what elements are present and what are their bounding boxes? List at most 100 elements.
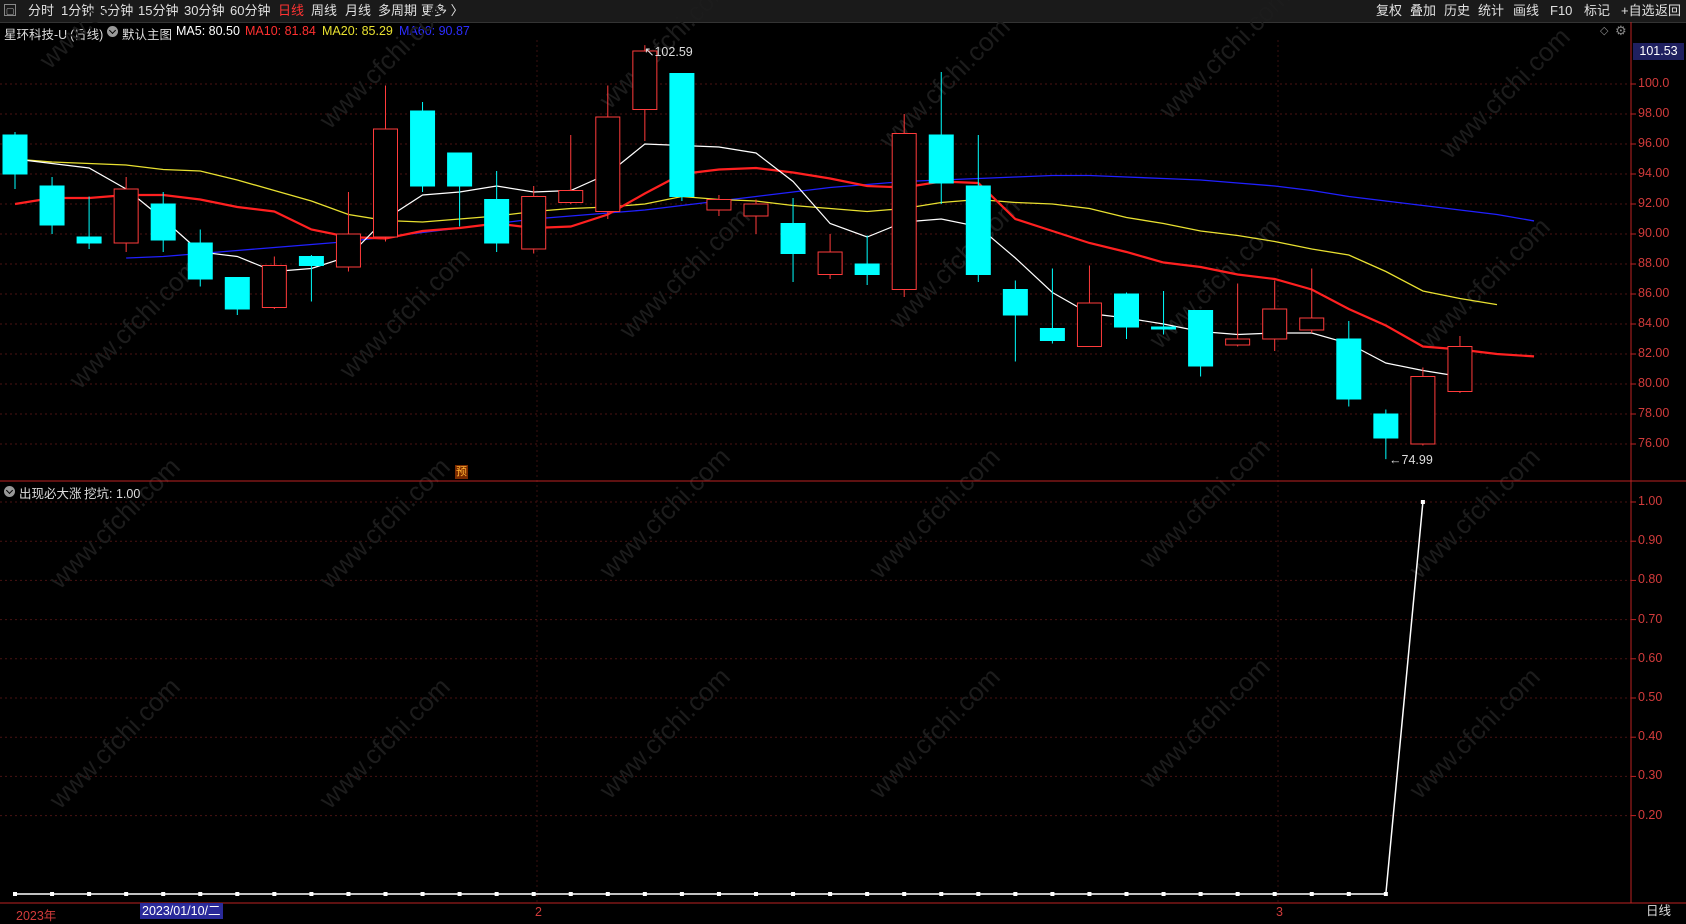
indicator-point (1013, 892, 1018, 896)
candle-body (1076, 302, 1102, 347)
indicator-point (1198, 892, 1203, 896)
candle-body (595, 116, 621, 212)
candle-body (187, 242, 213, 280)
price-tick-label: 94.00 (1638, 166, 1670, 180)
high-price-mark: ↖102.59 (644, 45, 693, 59)
candle-body (410, 110, 436, 187)
candle-body (224, 277, 250, 310)
indicator-point (1161, 892, 1166, 896)
indicator-tick-label: 1.00 (1638, 494, 1663, 508)
candle (224, 277, 250, 315)
candle (187, 229, 213, 287)
watermark: www.cfchi.com (592, 441, 735, 584)
candle-body (1002, 289, 1028, 316)
candle-body (1151, 326, 1177, 330)
candle (113, 177, 139, 252)
price-tick-label: 90.00 (1638, 226, 1670, 240)
candle-body (1373, 413, 1399, 439)
watermark: www.cfchi.com (42, 451, 185, 594)
watermark: www.cfchi.com (312, 451, 455, 594)
candle-body (1188, 310, 1214, 367)
candle-body (447, 152, 473, 187)
indicator-point (531, 892, 536, 896)
candle-body (113, 188, 139, 244)
candle-body (1225, 338, 1251, 346)
candle-body (558, 190, 584, 203)
indicator-point (716, 892, 721, 896)
candle-body (1039, 328, 1065, 341)
candle-body (298, 256, 324, 266)
candle-body (76, 236, 102, 244)
candle-body (1262, 308, 1288, 340)
date-axis: 2023年 2 3 (0, 903, 1630, 923)
indicator-dropdown-icon[interactable] (4, 486, 15, 497)
price-tick-label: 78.00 (1638, 406, 1670, 420)
candle (1076, 265, 1102, 347)
indicator-point (13, 892, 17, 896)
price-tick-label: 86.00 (1638, 286, 1670, 300)
chart-grid (0, 40, 1636, 903)
candle (891, 114, 917, 297)
price-tick-label: 88.00 (1638, 256, 1670, 270)
price-tick-label: 84.00 (1638, 316, 1670, 330)
candle (1447, 336, 1473, 393)
watermark: www.cfchi.com (862, 441, 1005, 584)
indicator-point (309, 892, 314, 896)
candle-body (854, 263, 880, 275)
watermark: www.cfchi.com (1432, 21, 1575, 164)
indicator-point (1235, 892, 1240, 896)
candle (1373, 409, 1399, 460)
candle (484, 171, 510, 252)
watermark: www.cfchi.com (862, 661, 1005, 804)
indicator-point (1346, 892, 1351, 896)
candle (1225, 283, 1251, 347)
indicator-name[interactable]: 出现必大涨 (19, 483, 82, 502)
indicator-point (1420, 500, 1425, 504)
forecast-badge[interactable]: 预 (455, 465, 468, 479)
indicator-point (346, 892, 351, 896)
candle (1299, 268, 1325, 333)
indicator-point (272, 892, 277, 896)
indicator-point (50, 892, 55, 896)
watermark: www.cfchi.com (312, 671, 455, 814)
indicator-point (754, 892, 758, 896)
candle-body (521, 196, 547, 250)
date-month-2: 2 (535, 905, 542, 919)
watermark-layer: www.cfchi.com www.cfchi.com www.cfchi.com w… (32, 0, 1575, 815)
watermark: www.cfchi.com (42, 671, 185, 814)
candle-body (39, 185, 65, 226)
candle (965, 135, 991, 282)
indicator-point (124, 892, 129, 896)
candle-body (632, 50, 658, 110)
indicator-point (235, 892, 240, 896)
price-tick-label: 96.00 (1638, 136, 1670, 150)
indicator-point (383, 892, 388, 896)
kline-chart[interactable]: www.cfchi.com www.cfchi.com www.cfchi.com w… (0, 0, 1686, 920)
candle-body (1336, 338, 1362, 400)
indicator-point (568, 892, 573, 896)
candle-body (1114, 293, 1139, 328)
candle-body (373, 128, 398, 238)
candle-body (2, 134, 28, 175)
indicator-tick-label: 0.60 (1638, 650, 1663, 665)
indicator-point (642, 892, 647, 896)
indicator-point (87, 892, 92, 896)
indicator-point (1050, 892, 1055, 896)
candle (39, 177, 65, 234)
candle (1039, 268, 1065, 344)
indicator-tick-label: 0.80 (1638, 572, 1663, 587)
indicator-point (457, 892, 462, 896)
watermark: www.cfchi.com (1132, 431, 1275, 574)
indicator-tick-label: 0.40 (1638, 729, 1663, 744)
indicator-point (865, 892, 870, 896)
indicator-point (1087, 892, 1092, 896)
selected-date: 2023/01/10/二 (140, 903, 223, 919)
indicator-value: 挖坑: 1.00 (84, 487, 141, 501)
candle (558, 135, 584, 204)
watermark: www.cfchi.com (1412, 211, 1555, 354)
candle (1336, 321, 1362, 407)
period-label[interactable]: 日线 (1633, 903, 1684, 920)
indicator-point (1124, 892, 1129, 896)
indicator-point (902, 892, 907, 896)
indicator-point (939, 892, 944, 896)
